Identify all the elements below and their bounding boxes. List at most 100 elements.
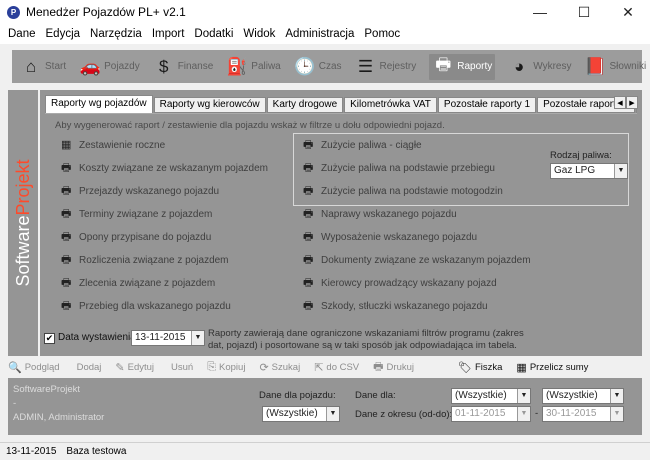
car-icon: 🚗: [79, 56, 101, 76]
toolbar-finanse[interactable]: $ Finanse: [153, 56, 214, 78]
search-icon: ⟳: [259, 361, 269, 374]
action-przelicz-sumy-button[interactable]: ▦ Przelicz sumy: [516, 361, 588, 374]
toolbar-slowniki[interactable]: 📕 Słowniki: [585, 56, 647, 78]
issue-date-picker[interactable]: 13-11-2015 ▼: [131, 330, 205, 346]
action-drukuj-button[interactable]: 🖶 Drukuj: [373, 358, 414, 377]
chevron-down-icon: ▼: [517, 389, 530, 403]
report-rozliczenia-zwiazane-z-pojazdem[interactable]: 🖶 Rozliczenia związane z pojazdem: [61, 254, 229, 266]
tab-raporty-wg-pojazdow[interactable]: Raporty wg pojazdów: [45, 95, 153, 113]
report-szkody-stluczki-wskazanego-pojazdu[interactable]: 🖶 Szkody, stłuczki wskazanego pojazdu: [303, 300, 488, 312]
action-bar: 🔍 Podgląd Dodaj ✎ Edytuj Usuń ⎘ Kopiuj ⟳ Szukaj ⇱ d…: [8, 358, 642, 376]
printer-icon: 🖶: [61, 254, 72, 266]
chevron-down-icon: ▼: [610, 407, 623, 421]
data-for-label: Dane dla:: [355, 390, 396, 401]
toolbar-label: Słowniki: [609, 61, 647, 72]
user-name: ADMIN, Administrator: [13, 412, 105, 423]
report-zuzycie-paliwa-na-podstawie-przebiegu[interactable]: 🖶 Zużycie paliwa na podstawie przebiegu: [303, 162, 495, 174]
date-range-label: Dane z okresu (od-do):: [355, 409, 453, 420]
home-icon: ⌂: [25, 56, 37, 76]
report-naprawy-wskazanego-pojazdu[interactable]: 🖶 Naprawy wskazanego pojazdu: [303, 208, 457, 220]
action-kopiuj-button[interactable]: ⎘ Kopiuj: [207, 361, 245, 374]
tab-scroll-right-icon[interactable]: ▶: [626, 96, 638, 109]
tab-content: Aby wygenerować raport / zestawienie dla…: [45, 113, 637, 329]
date-from-picker[interactable]: 01-11-2015 ▼: [451, 406, 531, 422]
toolbar-wykresy[interactable]: ◕ Wykresy: [508, 56, 571, 78]
toolbar-paliwa[interactable]: ⛽ Paliwa: [226, 56, 281, 78]
action-edytuj-button[interactable]: ✎ Edytuj: [115, 361, 154, 374]
menu-pomoc[interactable]: Pomoc: [360, 28, 404, 40]
toolbar-czas[interactable]: 🕒 Czas: [294, 56, 342, 78]
vehicle-filter-select[interactable]: (Wszystkie) ▼: [262, 406, 340, 422]
report-label: Zużycie paliwa na podstawie przebiegu: [321, 162, 495, 174]
report-zlecenia-zwiazane-z-pojazdem[interactable]: 🖶 Zlecenia związane z pojazdem: [61, 277, 215, 289]
toolbar-label: Finanse: [177, 61, 214, 72]
printer-icon: 🖶: [61, 208, 72, 220]
action-label: Drukuj: [386, 361, 414, 373]
report-wyposazenie-wskazanego-pojazdu[interactable]: 🖶 Wyposażenie wskazanego pojazdu: [303, 231, 477, 243]
tab-raporty-wg-kierowcow[interactable]: Raporty wg kierowców: [153, 97, 266, 113]
tab-karty-drogowe[interactable]: Karty drogowe: [266, 97, 344, 113]
report-zuzycie-paliwa-ciagle[interactable]: 🖶 Zużycie paliwa - ciągłe: [303, 139, 422, 151]
toolbar-label: Paliwa: [251, 61, 281, 72]
brand-logo: SoftwareProjekt: [13, 159, 33, 287]
report-label: Rozliczenia związane z pojazdem: [79, 254, 229, 266]
menu-edycja[interactable]: Edycja: [42, 28, 85, 40]
menu-administracja[interactable]: Administracja: [281, 28, 358, 40]
print-icon: 🖶: [373, 360, 384, 373]
reports-panel: Raporty wg pojazdów Raporty wg kierowców K…: [40, 90, 642, 356]
menu-import[interactable]: Import: [148, 28, 189, 40]
toolbar-pojazdy[interactable]: 🚗 Pojazdy: [79, 56, 140, 78]
toolbar-rejestry[interactable]: ☰ Rejestry: [355, 56, 417, 78]
status-database: Baza testowa: [66, 446, 127, 457]
action-label: Szukaj: [271, 361, 301, 373]
tab-pozostale-raporty-1[interactable]: Pozostałe raporty 1: [437, 97, 537, 113]
menu-narzedzia[interactable]: Narzędzia: [86, 28, 146, 40]
action-fiszka-button[interactable]: 🏷 Fiszka: [458, 361, 502, 374]
toolbar-start[interactable]: ⌂ Start: [20, 56, 66, 78]
toolbar-label: Raporty: [457, 61, 493, 72]
report-dokumenty-zwiazane-ze-wskazanym-pojazdem[interactable]: 🖶 Dokumenty związane ze wskazanym pojazde…: [303, 254, 531, 266]
report-przebieg-dla-wskazanego-pojazdu[interactable]: 🖶 Przebieg dla wskazanego pojazdu: [61, 300, 231, 312]
action-dodaj-button[interactable]: Dodaj: [74, 362, 102, 373]
report-zuzycie-paliwa-na-podstawie-motogodzin[interactable]: 🖶 Zużycie paliwa na podstawie motogodzin: [303, 185, 503, 197]
report-label: Zużycie paliwa na podstawie motogodzin: [321, 185, 503, 197]
maximize-button[interactable]: ☐: [562, 0, 606, 24]
notebook-icon: ☰: [357, 56, 374, 76]
close-button[interactable]: ✕: [606, 0, 650, 24]
action-podglad-button[interactable]: 🔍 Podgląd: [8, 361, 60, 374]
company-name: SoftwareProjekt: [13, 384, 81, 395]
fuel-type-select[interactable]: Gaz LPG ▼: [550, 163, 628, 179]
report-label: Koszty związane ze wskazanym pojazdem: [79, 162, 268, 174]
action-do-csv-button[interactable]: ⇱ do CSV: [314, 361, 359, 374]
copy-icon: ⎘: [207, 360, 217, 373]
printer-icon: 🖶: [61, 185, 72, 197]
action-szukaj-button[interactable]: ⟳ Szukaj: [259, 361, 300, 374]
action-label: Fiszka: [474, 361, 503, 373]
tab-scroll-left-icon[interactable]: ◀: [614, 96, 626, 109]
minimize-button[interactable]: —: [518, 0, 562, 24]
toolbar-label: Rejestry: [379, 61, 417, 72]
menu-widok[interactable]: Widok: [239, 28, 279, 40]
window-title: Menedżer Pojazdów PL+ v2.1: [26, 5, 186, 19]
report-przejazdy-wskazanego-pojazdu[interactable]: 🖶 Przejazdy wskazanego pojazdu: [61, 185, 219, 197]
report-koszty-zwiazane-ze-wskazanym-pojazdem[interactable]: 🖶 Koszty związane ze wskazanym pojazdem: [61, 162, 268, 174]
data-for-select-2[interactable]: (Wszystkie) ▼: [542, 388, 624, 404]
menu-dane[interactable]: Dane: [4, 28, 40, 40]
printer-icon: 🖶: [303, 139, 314, 151]
action-usun-button[interactable]: Usuń: [168, 362, 193, 373]
report-kierowcy-prowadzacy-wskazany-pojazd[interactable]: 🖶 Kierowcy prowadzący wskazany pojazd: [303, 277, 497, 289]
report-opony-przypisane-do-pojazdu[interactable]: 🖶 Opony przypisane do pojazdu: [61, 231, 211, 243]
report-terminy-zwiazane-z-pojazdem[interactable]: 🖶 Terminy związane z pojazdem: [61, 208, 212, 220]
toolbar-raporty[interactable]: 🖶 Raporty: [429, 53, 496, 80]
toolbar-label: Czas: [318, 61, 342, 72]
chevron-down-icon: ▼: [614, 164, 627, 178]
report-zestawienie-roczne[interactable]: ▦ Zestawienie roczne: [61, 139, 165, 151]
tab-kilometrowka-vat[interactable]: Kilometrówka VAT: [344, 97, 437, 113]
calculator-icon: ▦: [61, 139, 72, 151]
issue-date-checkbox[interactable]: ✔: [44, 333, 55, 344]
date-to-picker[interactable]: 30-11-2015 ▼: [542, 406, 624, 422]
chevron-down-icon: ▼: [326, 407, 339, 421]
data-for-select[interactable]: (Wszystkie) ▼: [451, 388, 531, 404]
menu-dodatki[interactable]: Dodatki: [190, 28, 237, 40]
fuel-can-icon: ⛽: [226, 56, 248, 76]
